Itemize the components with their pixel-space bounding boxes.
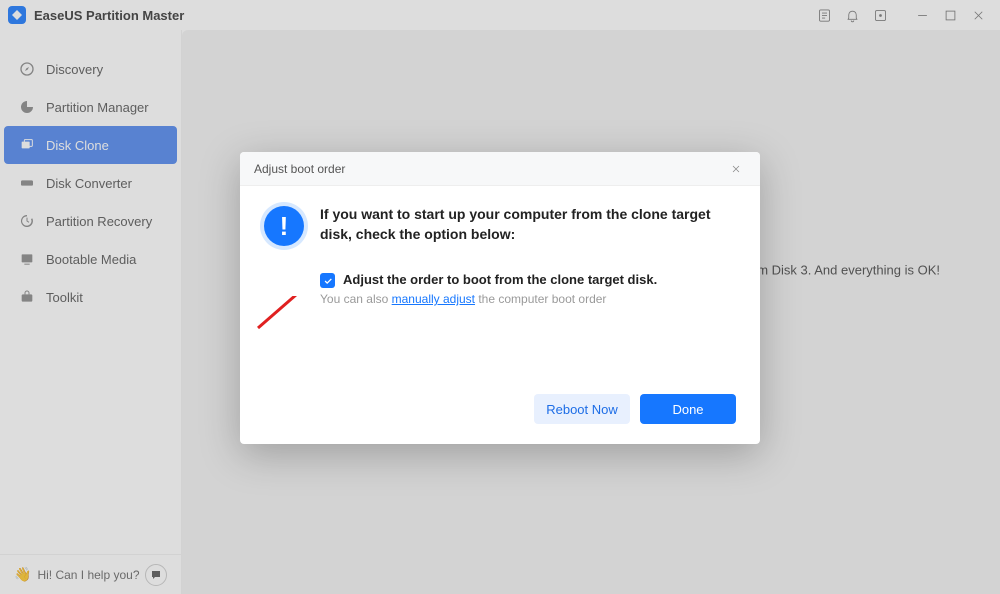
sidebar-item-label: Bootable Media	[46, 252, 136, 267]
recovery-icon	[18, 212, 36, 230]
info-icon: !	[264, 206, 304, 246]
clone-icon	[18, 136, 36, 154]
dialog-adjust-boot-order: Adjust boot order ! If you want to start…	[240, 152, 760, 444]
help-row: 👋 Hi! Can I help you?	[0, 554, 181, 594]
popout-icon[interactable]	[866, 1, 894, 29]
help-text: Hi! Can I help you?	[37, 568, 139, 582]
background-status-text: rom Disk 3. And everything is OK!	[746, 263, 940, 278]
dialog-close-button[interactable]	[726, 159, 746, 179]
sidebar-item-disk-clone[interactable]: Disk Clone	[4, 126, 177, 164]
sidebar-item-label: Partition Recovery	[46, 214, 152, 229]
sidebar-item-toolkit[interactable]: Toolkit	[4, 278, 177, 316]
adjust-order-checkbox[interactable]	[320, 273, 335, 288]
app-title: EaseUS Partition Master	[34, 8, 184, 23]
checkbox-label: Adjust the order to boot from the clone …	[343, 272, 657, 287]
minimize-button[interactable]	[908, 1, 936, 29]
dialog-header: Adjust boot order	[240, 152, 760, 186]
dialog-heading: If you want to start up your computer fr…	[320, 204, 736, 245]
maximize-button[interactable]	[936, 1, 964, 29]
disk-icon	[18, 174, 36, 192]
reboot-now-button[interactable]: Reboot Now	[534, 394, 630, 424]
media-icon	[18, 250, 36, 268]
sidebar-item-label: Partition Manager	[46, 100, 149, 115]
sidebar-item-label: Disk Clone	[46, 138, 109, 153]
close-button[interactable]	[964, 1, 992, 29]
compass-icon	[18, 60, 36, 78]
sidebar-item-discovery[interactable]: Discovery	[4, 50, 177, 88]
manually-adjust-link[interactable]: manually adjust	[392, 292, 475, 306]
titlebar: EaseUS Partition Master	[0, 0, 1000, 30]
sidebar-item-label: Toolkit	[46, 290, 83, 305]
sidebar-item-label: Discovery	[46, 62, 103, 77]
note-icon[interactable]	[810, 1, 838, 29]
sidebar-item-partition-manager[interactable]: Partition Manager	[4, 88, 177, 126]
sidebar-item-bootable-media[interactable]: Bootable Media	[4, 240, 177, 278]
toolkit-icon	[18, 288, 36, 306]
dialog-title: Adjust boot order	[254, 162, 345, 176]
sidebar-item-partition-recovery[interactable]: Partition Recovery	[4, 202, 177, 240]
wave-icon: 👋	[14, 566, 31, 583]
sidebar-item-label: Disk Converter	[46, 176, 132, 191]
hint-text: You can also manually adjust the compute…	[240, 288, 760, 306]
chat-button[interactable]	[145, 564, 167, 586]
app-logo	[8, 6, 26, 24]
done-button[interactable]: Done	[640, 394, 736, 424]
sidebar-item-disk-converter[interactable]: Disk Converter	[4, 164, 177, 202]
bell-icon[interactable]	[838, 1, 866, 29]
sidebar: Discovery Partition Manager Disk Clone D…	[0, 30, 182, 594]
pie-icon	[18, 98, 36, 116]
